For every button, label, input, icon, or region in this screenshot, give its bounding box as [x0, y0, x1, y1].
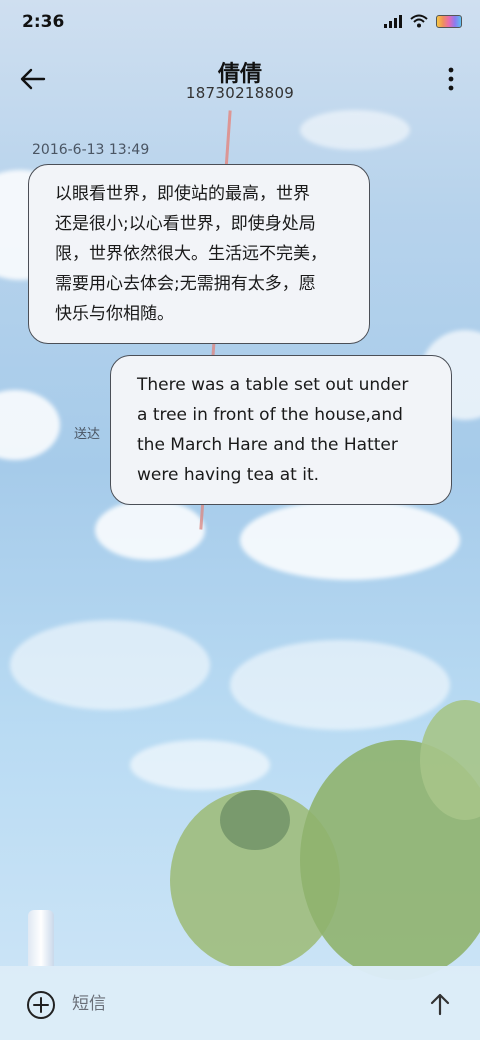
- conversation-header: 倩倩 18730218809: [0, 50, 480, 110]
- delivery-status: 送达: [74, 427, 101, 442]
- message-input[interactable]: [72, 988, 402, 1020]
- message-timestamp: 2016-6-13 13:49: [32, 142, 150, 158]
- contact-phone: 18730218809: [185, 84, 295, 102]
- add-circle-icon[interactable]: [26, 990, 56, 1020]
- message-text: There was a table set out under a tree i…: [137, 375, 409, 485]
- incoming-message-bubble[interactable]: 以眼看世界，即使站的最高，世界 还是很小;以心看世界，即使身处局 限，世界依然很…: [28, 164, 370, 344]
- status-time: 2:36: [22, 12, 65, 32]
- message-text: 以眼看世界，即使站的最高，世界 还是很小;以心看世界，即使身处局 限，世界依然很…: [55, 184, 327, 324]
- message-composer: [0, 966, 480, 1040]
- wifi-icon: [410, 14, 428, 28]
- outgoing-message-bubble[interactable]: There was a table set out under a tree i…: [110, 355, 452, 505]
- signal-icon: [384, 14, 402, 28]
- arrow-up-icon[interactable]: [426, 990, 454, 1018]
- status-bar: 2:36: [0, 0, 480, 44]
- more-vertical-icon[interactable]: [446, 66, 456, 92]
- battery-icon: [436, 14, 462, 28]
